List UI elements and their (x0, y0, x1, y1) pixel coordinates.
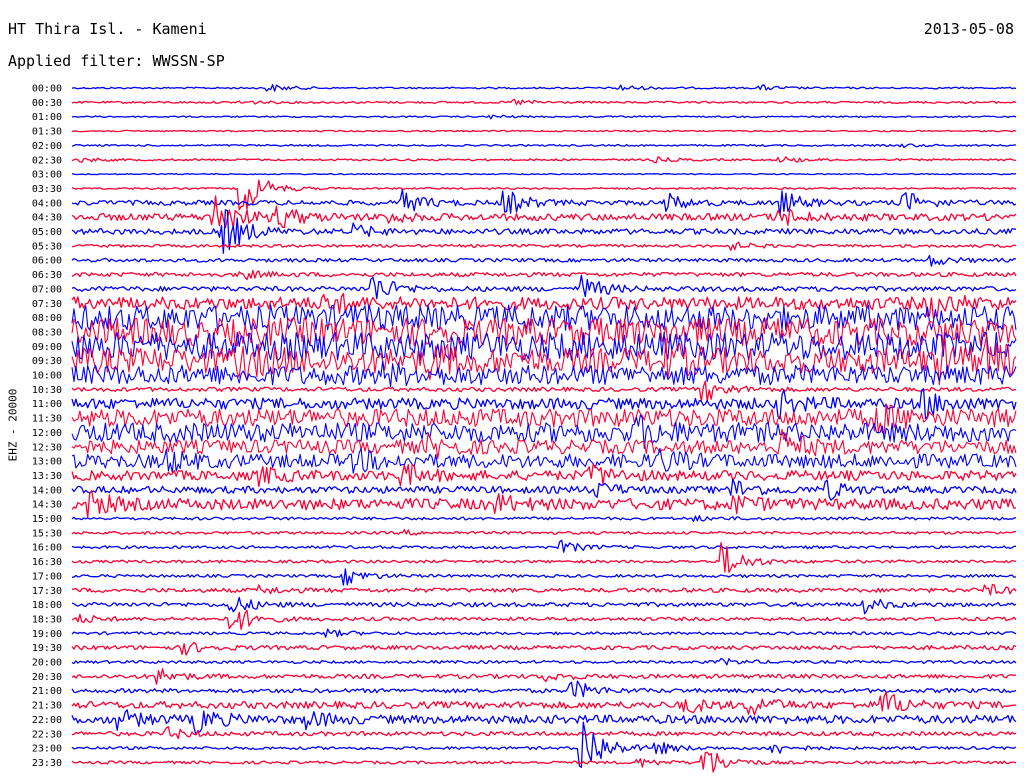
time-label-0400: 04:00 (32, 198, 62, 209)
time-label-1500: 15:00 (32, 514, 62, 525)
time-label-1330: 13:30 (32, 471, 62, 482)
time-label-0430: 04:30 (32, 213, 62, 224)
trace-1900 (71, 628, 1017, 638)
trace-0530 (71, 241, 1017, 251)
time-tick-labels: 00:00 00:30 01:00 01:30 02:00 02:30 03:00 03:30… (32, 84, 62, 769)
trace-0830 (71, 317, 1017, 347)
trace-2100 (71, 680, 1017, 698)
time-label-0730: 07:30 (32, 299, 62, 310)
time-label-2100: 21:00 (32, 686, 62, 697)
time-label-1000: 10:00 (32, 371, 62, 382)
time-label-2200: 22:00 (32, 715, 62, 726)
trace-2330 (71, 751, 1017, 773)
trace-1300 (71, 447, 1017, 474)
trace-0300 (71, 172, 1017, 176)
time-label-0100: 01:00 (32, 112, 62, 123)
trace-2130 (71, 691, 1017, 716)
time-label-2330: 23:30 (32, 758, 62, 769)
trace-0200 (71, 143, 1016, 149)
time-label-1730: 17:30 (32, 586, 62, 597)
time-label-0800: 08:00 (32, 313, 62, 324)
trace-0230 (71, 156, 1017, 164)
time-label-0000: 00:00 (32, 84, 62, 95)
time-label-0330: 03:30 (32, 184, 62, 195)
time-label-0900: 09:00 (32, 342, 62, 353)
time-label-0500: 05:00 (32, 227, 62, 238)
trace-0030 (71, 98, 1017, 106)
trace-0000 (71, 84, 1017, 92)
trace-1830 (71, 609, 1017, 631)
time-label-1030: 10:30 (32, 385, 62, 396)
trace-1500 (71, 515, 1017, 523)
time-label-1230: 12:30 (32, 442, 62, 453)
trace-1800 (71, 596, 1017, 615)
trace-1600 (71, 539, 1017, 553)
time-label-1130: 11:30 (32, 414, 62, 425)
trace-0700 (71, 274, 1017, 300)
trace-1030 (71, 380, 1017, 402)
time-label-1430: 14:30 (32, 500, 62, 511)
time-label-0600: 06:00 (32, 256, 62, 267)
time-label-0630: 06:30 (32, 270, 62, 281)
time-label-1600: 16:00 (32, 543, 62, 554)
time-label-0200: 02:00 (32, 141, 62, 152)
trace-1400 (71, 478, 1017, 501)
trace-1130 (71, 403, 1017, 434)
time-label-1900: 19:00 (32, 629, 62, 640)
time-label-1200: 12:00 (32, 428, 62, 439)
time-label-2300: 23:00 (32, 744, 62, 755)
seismic-traces (71, 84, 1017, 773)
time-label-2230: 22:30 (32, 729, 62, 740)
time-label-0830: 08:30 (32, 327, 62, 338)
time-label-0930: 09:30 (32, 356, 62, 367)
time-label-1630: 16:30 (32, 557, 62, 568)
trace-0630 (71, 269, 1017, 281)
trace-1530 (71, 528, 1016, 536)
trace-2000 (71, 657, 1017, 666)
time-label-1830: 18:30 (32, 614, 62, 625)
time-label-0530: 05:30 (32, 241, 62, 252)
trace-0600 (71, 254, 1017, 267)
time-label-2000: 20:00 (32, 658, 62, 669)
time-label-0030: 00:30 (32, 98, 62, 109)
trace-0800 (71, 304, 1017, 331)
trace-1730 (71, 583, 1017, 596)
trace-2030 (71, 668, 1017, 685)
time-label-2130: 21:30 (32, 701, 62, 712)
trace-2230 (71, 726, 1017, 740)
trace-2300 (71, 721, 1017, 768)
time-label-0700: 07:00 (32, 284, 62, 295)
trace-1000 (71, 360, 1017, 388)
time-label-1400: 14:00 (32, 485, 62, 496)
time-label-1530: 15:30 (32, 528, 62, 539)
helicorder-plot: 00:00 00:30 01:00 01:30 02:00 02:30 03:00 03:30… (32, 84, 1017, 773)
time-label-1700: 17:00 (32, 571, 62, 582)
trace-1700 (71, 568, 1017, 586)
time-label-1300: 13:00 (32, 457, 62, 468)
time-label-0230: 02:30 (32, 155, 62, 166)
time-label-1800: 18:00 (32, 600, 62, 611)
trace-0930 (71, 335, 1017, 386)
trace-1430 (71, 490, 1017, 518)
trace-0100 (71, 114, 1017, 120)
trace-0130 (71, 129, 1017, 133)
time-label-1930: 19:30 (32, 643, 62, 654)
time-label-0130: 01:30 (32, 127, 62, 138)
trace-1930 (71, 641, 1017, 656)
time-label-2030: 20:30 (32, 672, 62, 683)
time-label-0300: 03:00 (32, 170, 62, 181)
trace-1230 (71, 428, 1017, 460)
time-label-1100: 11:00 (32, 399, 62, 410)
